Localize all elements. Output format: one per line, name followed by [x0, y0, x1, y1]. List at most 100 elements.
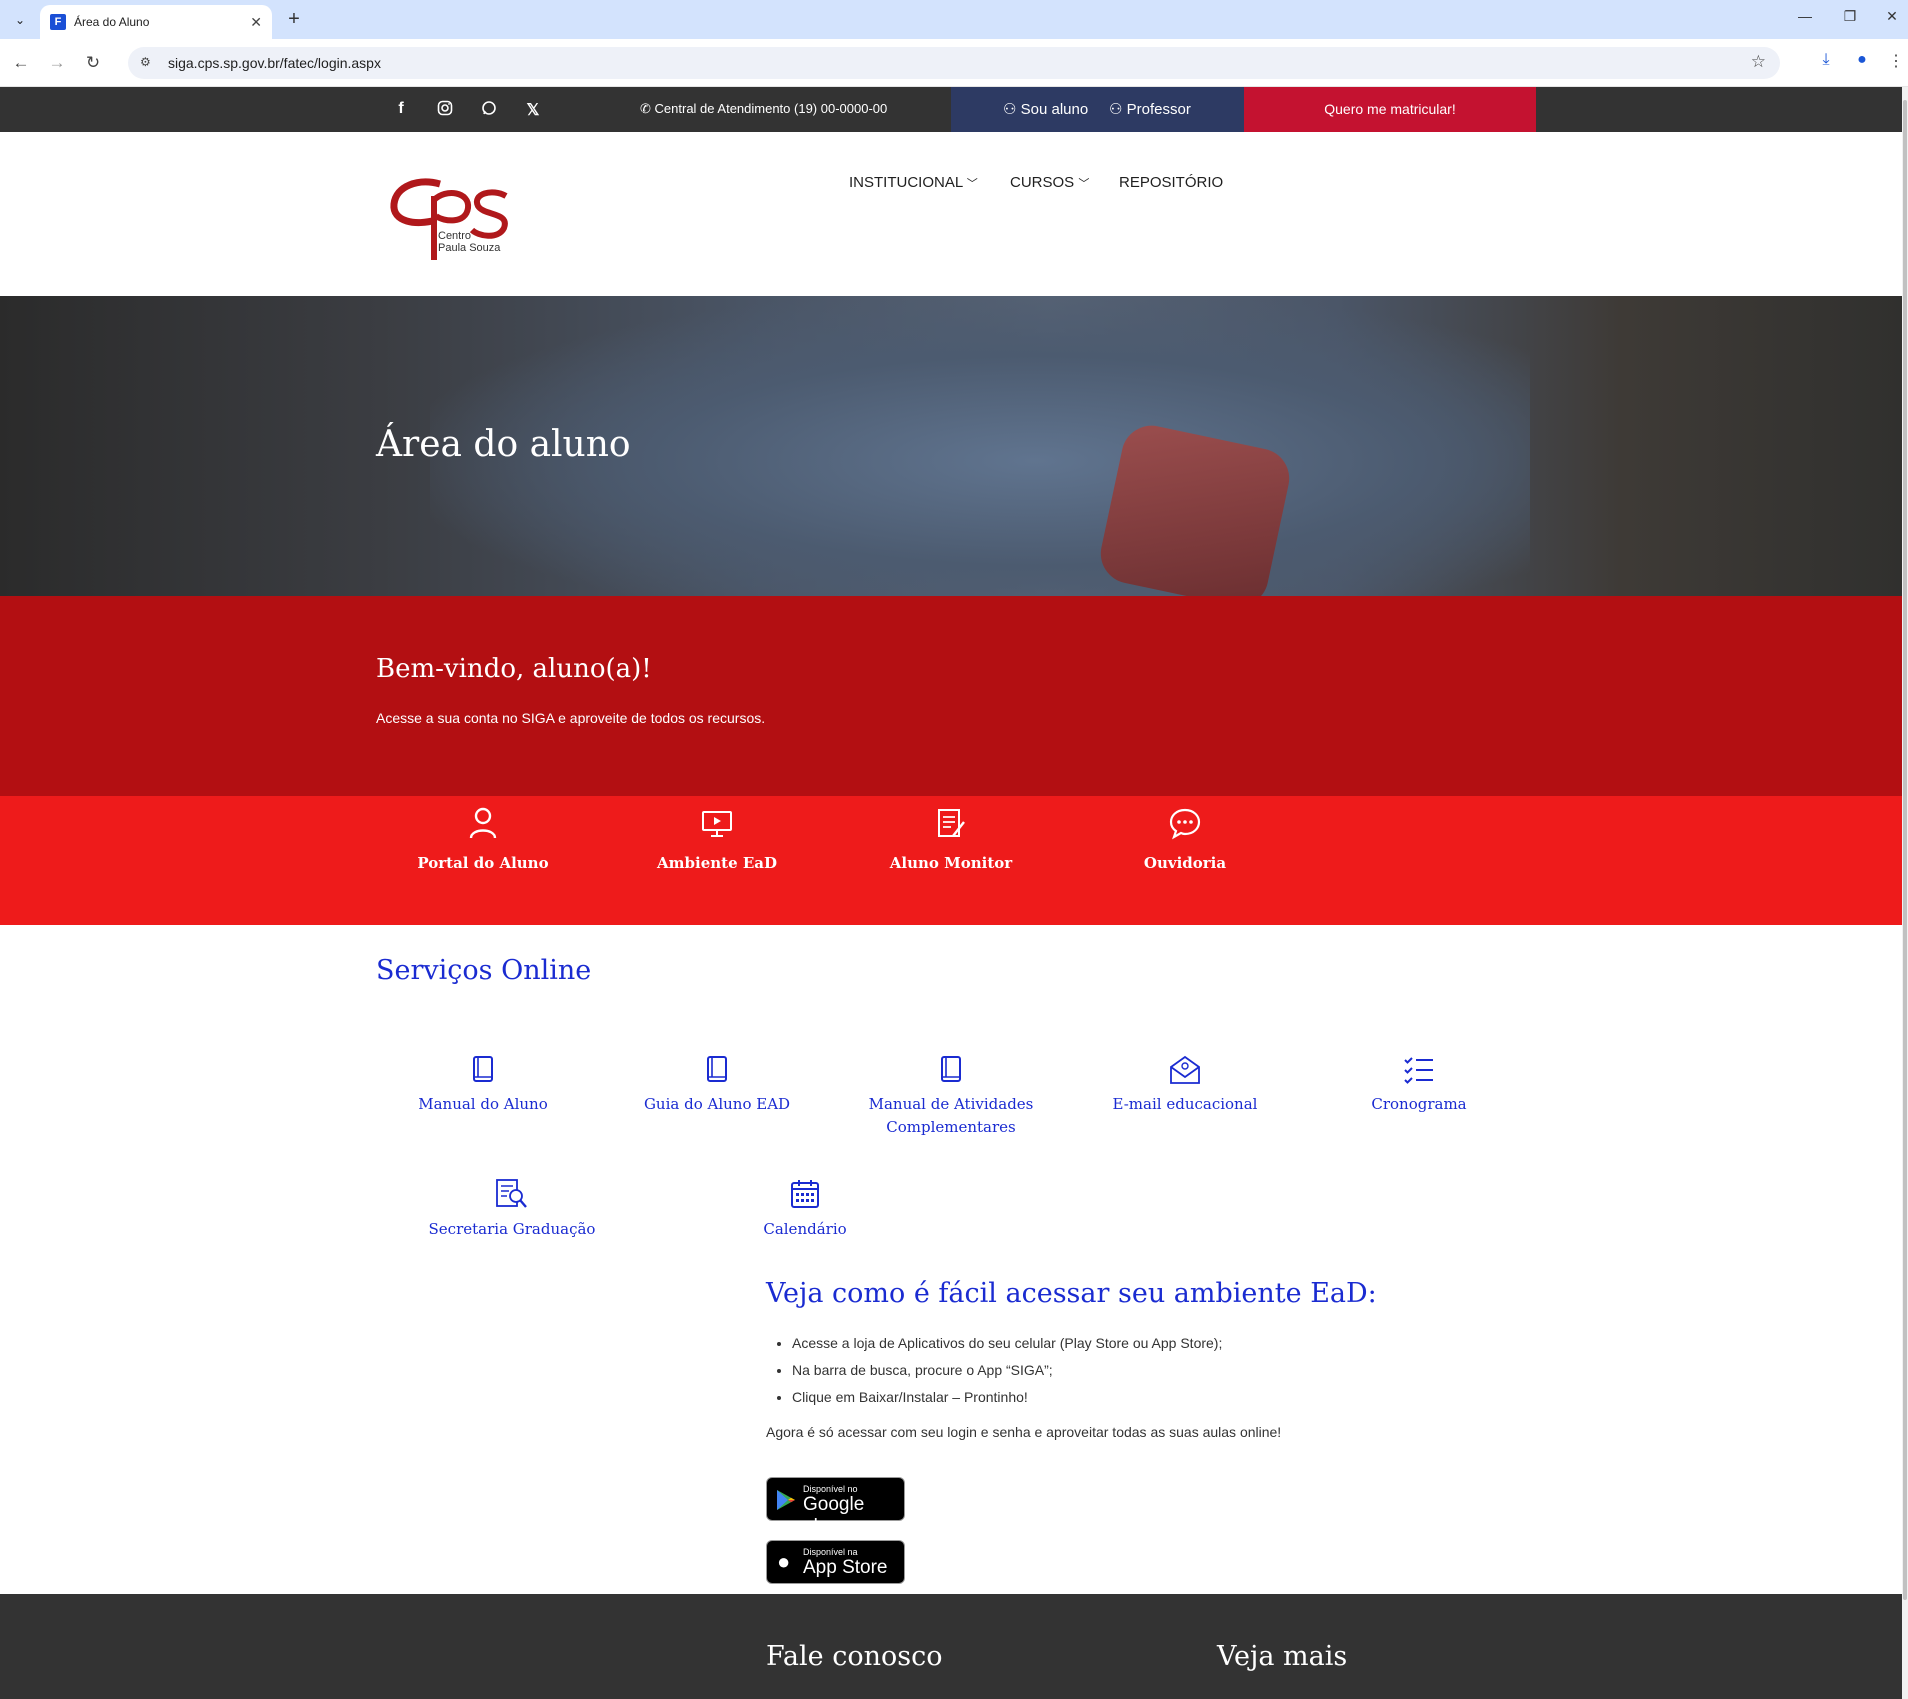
welcome-subtitle: Acesse a sua conta no SIGA e aproveite d… [376, 710, 766, 726]
list-item: Acesse a loja de Aplicativos do seu celu… [792, 1330, 1222, 1357]
nav-repositorio[interactable]: REPOSITÓRIO [1119, 174, 1223, 191]
service-secretaria-graduacao[interactable]: Secretaria Graduação [402, 1178, 622, 1241]
teacher-login-label: Professor [1126, 101, 1191, 118]
services-title: Serviços Online [376, 955, 592, 986]
book-icon [473, 1056, 493, 1082]
nav-repositorio-label: REPOSITÓRIO [1119, 174, 1224, 191]
calendar-icon [791, 1180, 819, 1208]
ead-steps-list: Acesse a loja de Aplicativos do seu celu… [768, 1330, 1222, 1411]
omnibox[interactable]: ⚙ siga.cps.sp.gov.br/fatec/login.aspx ☆ [128, 47, 1780, 79]
whatsapp-icon[interactable] [478, 100, 500, 121]
tab-close-icon[interactable]: ✕ [250, 14, 262, 31]
footer-title-fale-conosco: Fale conosco [766, 1641, 943, 1672]
quick-link-ouvidoria[interactable]: Ouvidoria [1075, 806, 1295, 872]
site-info-icon[interactable]: ⚙ [140, 55, 151, 69]
quick-link-ambiente-ead[interactable]: Ambiente EaD [607, 806, 827, 872]
url-text[interactable]: siga.cps.sp.gov.br/fatec/login.aspx [168, 55, 381, 71]
logo-text-paula-souza: Paula Souza [438, 242, 501, 254]
contact-info[interactable]: ✆ Central de Atendimento (19) 00-0000-00 [640, 101, 887, 117]
service-manual-atividades-complementares[interactable]: Manual de Atividades Complementares [841, 1055, 1061, 1139]
student-login-label: Sou aluno [1020, 101, 1089, 118]
app-store-badge[interactable]: ● Disponível na App Store [766, 1540, 905, 1584]
contact-text: Central de Atendimento (19) 00-0000-00 [654, 101, 888, 116]
notepad-icon [938, 809, 965, 837]
phone-icon: ✆ [640, 101, 651, 116]
x-icon[interactable]: 𝕏 [522, 100, 544, 120]
google-play-badge[interactable]: Disponível no Google play [766, 1477, 905, 1537]
quick-link-aluno-monitor[interactable]: Aluno Monitor [841, 806, 1061, 872]
quick-link-label: Ambiente EaD [657, 854, 777, 872]
service-label: Guia do Aluno EAD [643, 1095, 791, 1113]
student-login-link[interactable]: ⚇ Sou aluno [1003, 100, 1088, 118]
minimize-icon[interactable]: — [1793, 8, 1817, 24]
quick-links-bar: Portal do Aluno Ambiente EaD Aluno Monit… [0, 796, 1908, 925]
page-title: Área do aluno [376, 424, 631, 465]
teacher-login-link[interactable]: ⚇ Professor [1109, 100, 1191, 118]
download-icon[interactable]: ⤓ [1814, 51, 1838, 69]
app-store-small-text: Disponível na [803, 1547, 858, 1557]
service-label: Secretaria Graduação [428, 1220, 596, 1238]
service-label: Calendário [763, 1220, 847, 1238]
quick-link-label: Aluno Monitor [889, 854, 1013, 872]
ead-title: Veja como é fácil acessar seu ambiente E… [766, 1278, 1377, 1309]
apple-icon: ● [777, 1549, 791, 1574]
list-item: Clique em Baixar/Instalar – Prontinho! [792, 1384, 1222, 1411]
service-calendario[interactable]: Calendário [695, 1178, 915, 1241]
nav-institucional[interactable]: INSTITUCIONAL ﹀ [849, 174, 978, 191]
new-tab-icon[interactable]: + [282, 8, 306, 31]
app-store-big-text: App Store [803, 1557, 888, 1578]
scrollbar-thumb[interactable] [1903, 100, 1907, 1600]
quick-link-label: Portal do Aluno [417, 854, 549, 872]
welcome-title: Bem-vindo, aluno(a)! [376, 654, 652, 684]
back-icon[interactable]: ← [9, 51, 33, 75]
service-email-educacional[interactable]: E-mail educacional [1075, 1055, 1295, 1116]
nav-cursos[interactable]: CURSOS ﹀ [1010, 174, 1089, 191]
monitor-icon [702, 811, 732, 837]
chat-icon [1169, 808, 1201, 840]
menu-icon[interactable]: ⋮ [1884, 51, 1908, 71]
service-guia-do-aluno-ead[interactable]: Guia do Aluno EAD [607, 1055, 827, 1116]
chevron-down-icon: ﹀ [1078, 178, 1090, 190]
enroll-button[interactable]: Quero me matricular! [1244, 87, 1536, 132]
service-label: E-mail educacional [1112, 1095, 1258, 1113]
forward-icon[interactable]: → [45, 51, 69, 75]
service-manual-do-aluno[interactable]: Manual do Aluno [373, 1055, 593, 1116]
address-bar: ← → ↻ ⚙ siga.cps.sp.gov.br/fatec/login.a… [0, 39, 1908, 87]
window-close-icon[interactable]: ✕ [1880, 8, 1904, 25]
reload-icon[interactable]: ↻ [81, 51, 105, 75]
tab-title: Área do Aluno [74, 15, 150, 29]
restore-icon[interactable]: ❐ [1838, 8, 1862, 25]
ead-note: Agora é só acessar com seu login e senha… [766, 1424, 1282, 1440]
site-footer: Fale conosco Veja mais [0, 1594, 1908, 1699]
logo-text-centro: Centro [438, 230, 472, 242]
browser-tab[interactable]: F Área do Aluno ✕ [40, 5, 272, 39]
checklist-icon [1404, 1057, 1433, 1084]
nav-institucional-label: INSTITUCIONAL [849, 174, 963, 191]
welcome-section: Bem-vindo, aluno(a)! Acesse a sua conta … [0, 596, 1908, 796]
quick-link-portal-do-aluno[interactable]: Portal do Aluno [373, 806, 593, 872]
profile-icon[interactable]: ● [1850, 51, 1874, 69]
favicon-icon: F [50, 14, 66, 30]
service-label: Cronograma [1371, 1095, 1467, 1113]
service-label: Manual de Atividades Complementares [868, 1095, 1034, 1136]
student-user-icon: ⚇ [1003, 101, 1017, 118]
hero-banner: Área do aluno [0, 296, 1908, 596]
site-top-bar: f 𝕏 ✆ Central de Atendimento (19) 00-000… [0, 87, 1908, 132]
envelope-icon [1170, 1055, 1200, 1084]
user-icon [469, 807, 497, 839]
google-play-small-text: Disponível no [803, 1484, 858, 1494]
google-play-big-text: Google play [803, 1494, 865, 1537]
document-search-icon [496, 1179, 527, 1208]
service-cronograma[interactable]: Cronograma [1309, 1055, 1529, 1116]
book-icon [707, 1056, 727, 1082]
instagram-icon[interactable] [434, 100, 456, 121]
facebook-icon[interactable]: f [390, 100, 412, 118]
chevron-down-icon: ﹀ [966, 178, 978, 190]
site-header: Centro Paula Souza INSTITUCIONAL ﹀ CURSO… [0, 132, 1908, 296]
login-links: ⚇ Sou aluno ⚇ Professor [951, 87, 1244, 132]
browser-tab-bar: ⌄ F Área do Aluno ✕ + — ❐ ✕ [0, 0, 1908, 39]
bookmark-star-icon[interactable]: ☆ [1751, 52, 1766, 72]
google-play-icon [777, 1490, 795, 1510]
tab-search-icon[interactable]: ⌄ [8, 9, 32, 31]
list-item: Na barra de busca, procure o App “SIGA”; [792, 1357, 1222, 1384]
